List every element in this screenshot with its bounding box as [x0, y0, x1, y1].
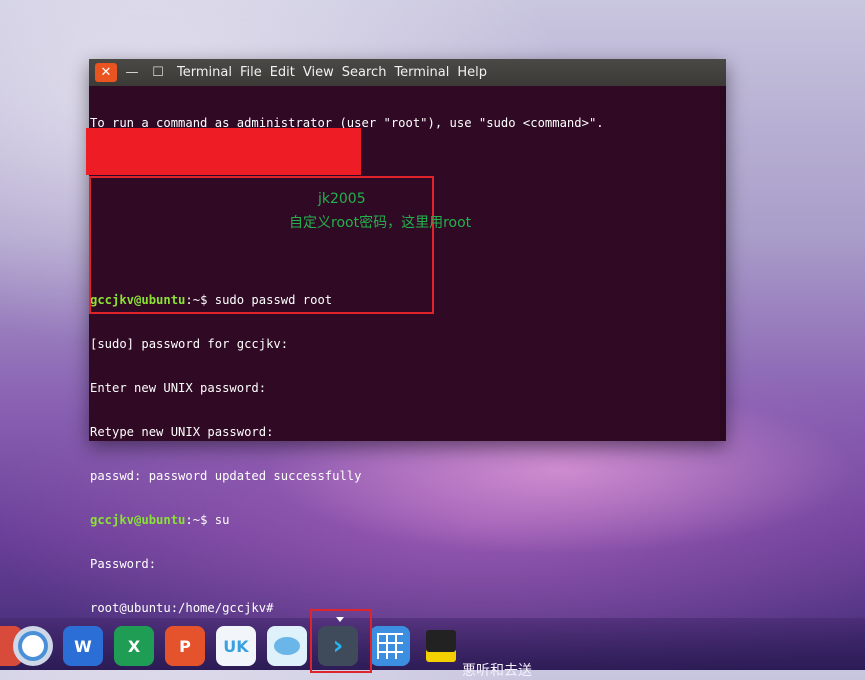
minimize-button[interactable]: — [121, 63, 143, 82]
annotation-box [89, 176, 434, 314]
menu-terminal[interactable]: Terminal [394, 65, 449, 80]
wps-presentation-icon: P [179, 636, 191, 656]
terminal-scrollbar[interactable] [720, 86, 726, 441]
maximize-icon: ☐ [152, 65, 164, 80]
output-line: passwd: password updated successfully [90, 469, 362, 484]
output-line: [sudo] password for gccjkv: [90, 336, 289, 351]
menu-search[interactable]: Search [342, 65, 387, 80]
menu-view[interactable]: View [303, 65, 334, 80]
save-disk-icon [426, 630, 456, 662]
chromium-icon [18, 631, 48, 661]
output-line: Retype new UNIX password: [90, 425, 274, 440]
ubuntu-kylin-store-icon: UK [223, 636, 249, 656]
menu-help[interactable]: Help [457, 65, 487, 80]
dock-icon-4[interactable]: UK [216, 626, 256, 666]
output-line: Password: [90, 557, 157, 572]
menu-file[interactable]: File [240, 65, 262, 80]
dock-icon-3[interactable]: P [165, 626, 205, 666]
close-button[interactable]: ✕ [95, 63, 117, 82]
redaction-block [86, 128, 361, 175]
dock-annotation-box [310, 609, 372, 673]
minimize-icon: — [125, 65, 139, 80]
root-password-annotation: 自定义root密码，这里用root [289, 215, 472, 231]
wps-writer-icon: W [74, 636, 92, 656]
dock-icon-0[interactable] [13, 626, 53, 666]
dock-icon-5[interactable] [267, 626, 307, 666]
wps-spreadsheet-icon: X [127, 636, 141, 656]
prompt-user: gccjkv@ubuntu [90, 513, 186, 528]
dock-icon-2[interactable]: X [114, 626, 154, 666]
command-text: su [214, 513, 230, 528]
menu-terminal-app[interactable]: Terminal [177, 65, 232, 80]
prompt-separator: :~$ [185, 513, 215, 528]
maximize-button[interactable]: ☐ [147, 63, 169, 82]
root-prompt-line: root@ubuntu:/home/gccjkv# [90, 601, 274, 616]
dock-icon-1[interactable]: W [63, 626, 103, 666]
terminal-titlebar[interactable]: ✕ — ☐ Terminal File Edit View Search Ter… [89, 59, 726, 86]
close-icon: ✕ [100, 65, 112, 80]
software-center-icon [274, 637, 300, 655]
password-annotation: jk2005 [318, 191, 366, 207]
menu-edit[interactable]: Edit [270, 65, 295, 80]
output-line: Enter new UNIX password: [90, 380, 267, 395]
dock-icon-8[interactable] [421, 626, 461, 666]
workspace-icon [377, 633, 403, 659]
dock: W X P UK › [0, 618, 865, 670]
menu-bar: Terminal File Edit View Search Terminal … [177, 65, 495, 80]
dock-icon-7[interactable] [370, 626, 410, 666]
prompt-line: gccjkv@ubuntu:~$ su [90, 513, 720, 528]
dock-tooltip: 悪听和去送 [462, 663, 532, 679]
